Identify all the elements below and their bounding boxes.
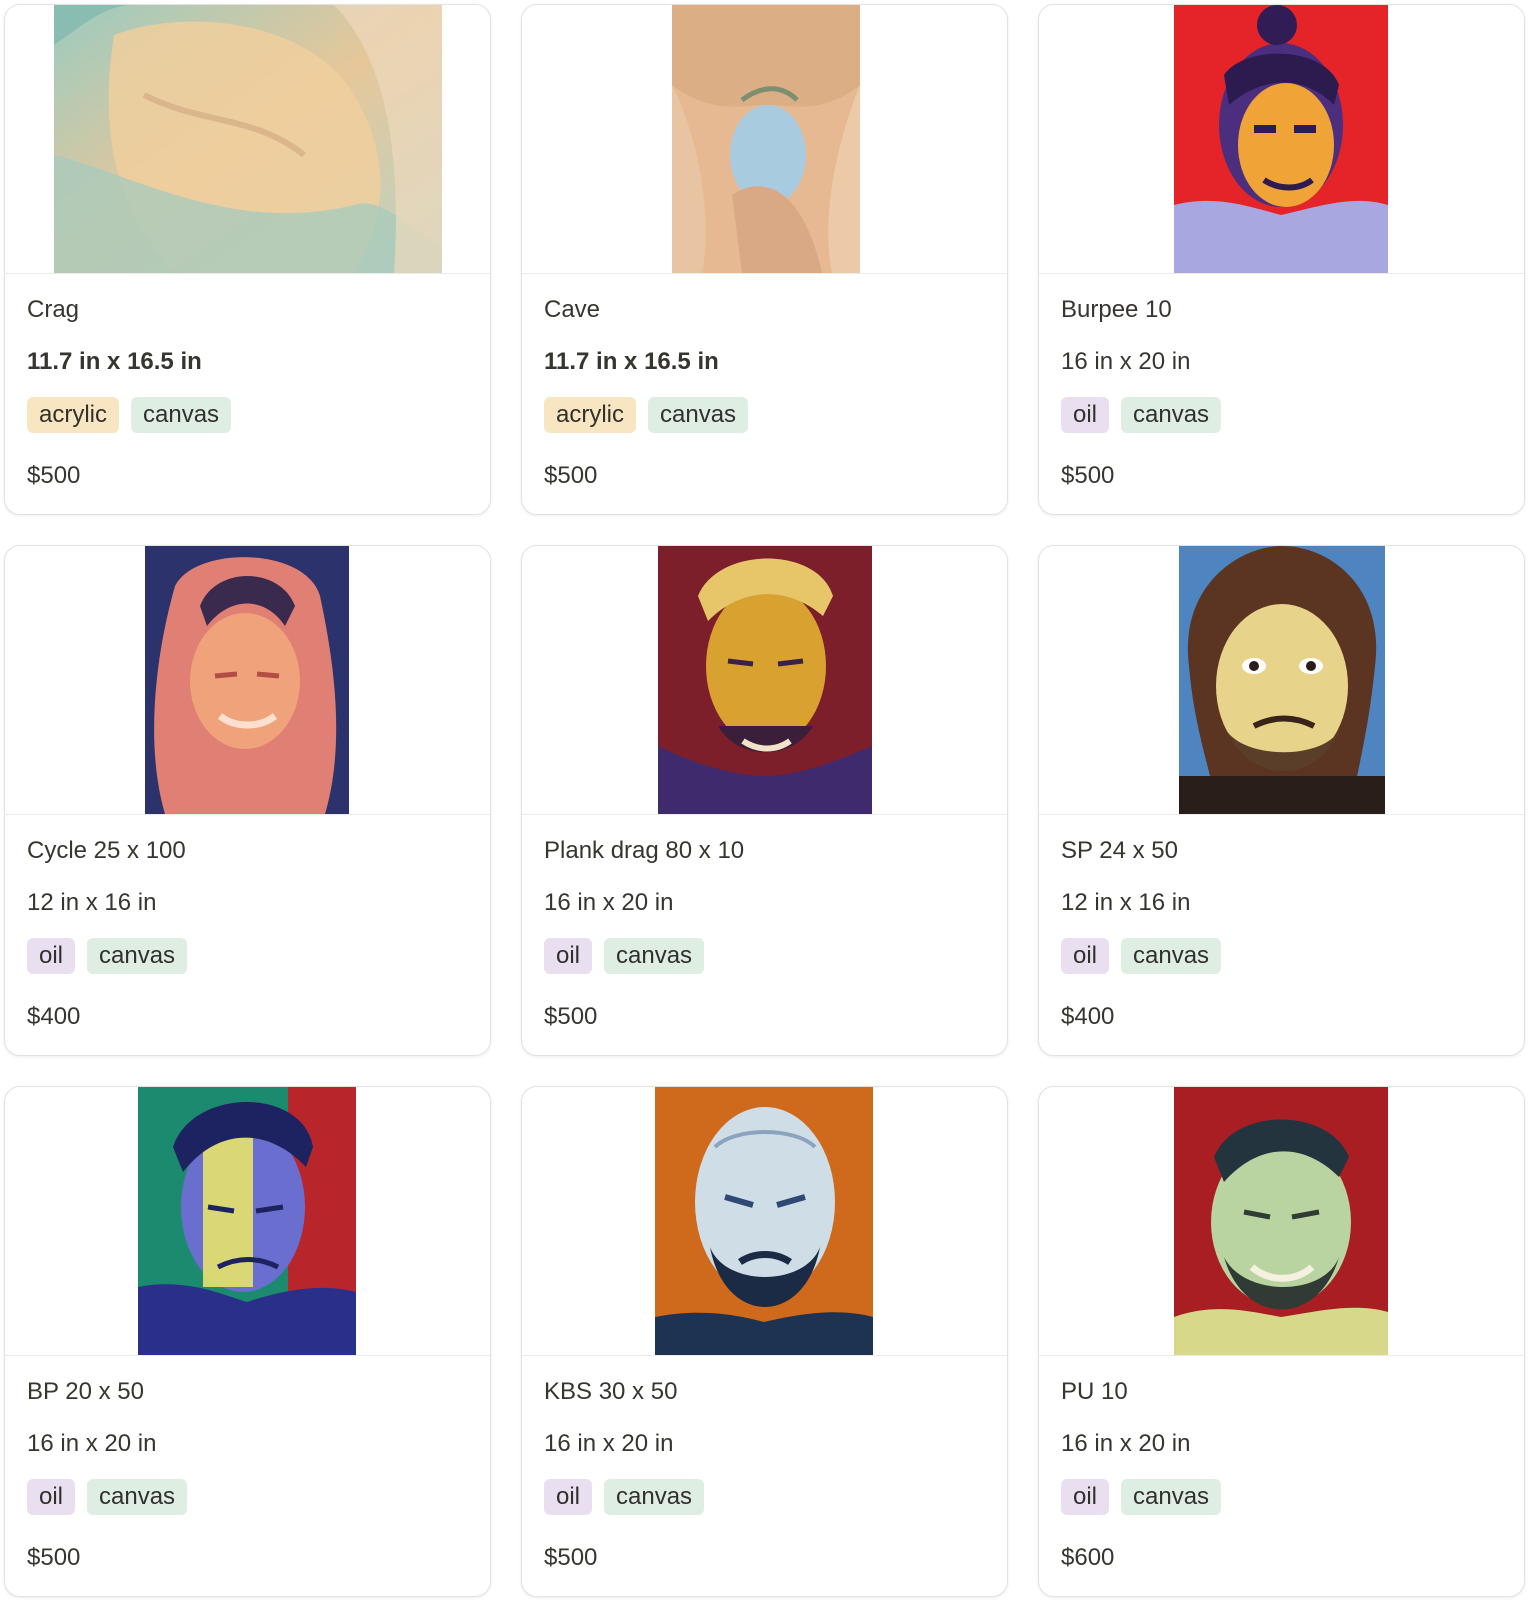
- artwork-title: PU 10: [1061, 1378, 1128, 1405]
- artwork-tags: oil canvas: [27, 938, 188, 974]
- artwork-dimensions: 12 in x 16 in: [1061, 889, 1191, 916]
- artwork-title: Cycle 25 x 100: [27, 837, 186, 864]
- artwork-dimensions: 16 in x 20 in: [1061, 1430, 1191, 1457]
- painting-image: [1174, 5, 1388, 273]
- artwork-card-burpee-10[interactable]: Burpee 10 16 in x 20 in oil canvas $500: [1038, 4, 1525, 515]
- artwork-card-cycle-25-x-100[interactable]: Cycle 25 x 100 12 in x 16 in oil canvas …: [4, 545, 491, 1056]
- artwork-dimensions: 16 in x 20 in: [27, 1430, 157, 1457]
- tag-medium: oil: [27, 1479, 76, 1515]
- artwork-cover: [1039, 546, 1524, 815]
- artwork-tags: acrylic canvas: [544, 397, 749, 433]
- tag-medium: oil: [1061, 938, 1110, 974]
- artwork-price: $400: [27, 1003, 81, 1030]
- painting-image: [54, 5, 442, 273]
- tag-surface: canvas: [87, 938, 188, 974]
- artwork-cover: [5, 1087, 490, 1356]
- tag-surface: canvas: [604, 1479, 705, 1515]
- artwork-cover: [1039, 1087, 1524, 1356]
- artwork-card-sp-24-x-50[interactable]: SP 24 x 50 12 in x 16 in oil canvas $400: [1038, 545, 1525, 1056]
- tag-surface: canvas: [87, 1479, 188, 1515]
- artwork-cover: [5, 5, 490, 274]
- artwork-card-plank-drag-80-x-10[interactable]: Plank drag 80 x 10 16 in x 20 in oil can…: [521, 545, 1008, 1056]
- artwork-dimensions: 16 in x 20 in: [1061, 348, 1191, 375]
- tag-surface: canvas: [1121, 938, 1222, 974]
- artwork-title: Crag: [27, 296, 80, 323]
- artwork-price: $500: [544, 1544, 598, 1571]
- artwork-price: $500: [544, 1003, 598, 1030]
- artwork-card-pu-10[interactable]: PU 10 16 in x 20 in oil canvas $600: [1038, 1086, 1525, 1597]
- artwork-cover: [522, 1087, 1007, 1356]
- artwork-price: $500: [27, 1544, 81, 1571]
- artwork-price: $500: [1061, 462, 1115, 489]
- painting-image: [1179, 546, 1385, 814]
- painting-image: [655, 1087, 873, 1355]
- artwork-tags: oil canvas: [544, 938, 705, 974]
- tag-medium: oil: [27, 938, 76, 974]
- tag-surface: canvas: [648, 397, 749, 433]
- tag-medium: acrylic: [27, 397, 120, 433]
- artwork-dimensions: 16 in x 20 in: [544, 889, 674, 916]
- artwork-cover: [1039, 5, 1524, 274]
- painting-image: [1174, 1087, 1388, 1355]
- artwork-title: Burpee 10: [1061, 296, 1172, 323]
- tag-medium: oil: [1061, 397, 1110, 433]
- artwork-dimensions: 12 in x 16 in: [27, 889, 157, 916]
- tag-surface: canvas: [1121, 1479, 1222, 1515]
- artwork-title: Plank drag 80 x 10: [544, 837, 745, 864]
- tag-surface: canvas: [131, 397, 232, 433]
- artwork-card-cave[interactable]: Cave 11.7 in x 16.5 in acrylic canvas $5…: [521, 4, 1008, 515]
- artwork-title: SP 24 x 50: [1061, 837, 1178, 864]
- artwork-card-kbs-30-x-50[interactable]: KBS 30 x 50 16 in x 20 in oil canvas $50…: [521, 1086, 1008, 1597]
- artwork-cover: [522, 5, 1007, 274]
- painting-image: [138, 1087, 356, 1355]
- artwork-tags: oil canvas: [27, 1479, 188, 1515]
- artwork-tags: oil canvas: [544, 1479, 705, 1515]
- artwork-title: KBS 30 x 50: [544, 1378, 678, 1405]
- artwork-tags: acrylic canvas: [27, 397, 232, 433]
- tag-medium: acrylic: [544, 397, 637, 433]
- tag-medium: oil: [544, 1479, 593, 1515]
- artwork-cover: [522, 546, 1007, 815]
- artwork-dimensions: 11.7 in x 16.5 in: [27, 348, 202, 375]
- artwork-card-crag[interactable]: Crag 11.7 in x 16.5 in acrylic canvas $5…: [4, 4, 491, 515]
- artwork-price: $500: [544, 462, 598, 489]
- artwork-title: Cave: [544, 296, 601, 323]
- artwork-dimensions: 11.7 in x 16.5 in: [544, 348, 719, 375]
- artwork-tags: oil canvas: [1061, 1479, 1222, 1515]
- gallery-grid: Crag 11.7 in x 16.5 in acrylic canvas $5…: [0, 0, 1528, 1600]
- tag-surface: canvas: [604, 938, 705, 974]
- artwork-cover: [5, 546, 490, 815]
- artwork-tags: oil canvas: [1061, 938, 1222, 974]
- painting-image: [672, 5, 860, 273]
- artwork-price: $400: [1061, 1003, 1115, 1030]
- artwork-tags: oil canvas: [1061, 397, 1222, 433]
- painting-image: [145, 546, 349, 814]
- tag-surface: canvas: [1121, 397, 1222, 433]
- artwork-price: $500: [27, 462, 81, 489]
- tag-medium: oil: [544, 938, 593, 974]
- tag-medium: oil: [1061, 1479, 1110, 1515]
- artwork-card-bp-20-x-50[interactable]: BP 20 x 50 16 in x 20 in oil canvas $500: [4, 1086, 491, 1597]
- artwork-price: $600: [1061, 1544, 1115, 1571]
- artwork-title: BP 20 x 50: [27, 1378, 144, 1405]
- painting-image: [658, 546, 872, 814]
- artwork-dimensions: 16 in x 20 in: [544, 1430, 674, 1457]
